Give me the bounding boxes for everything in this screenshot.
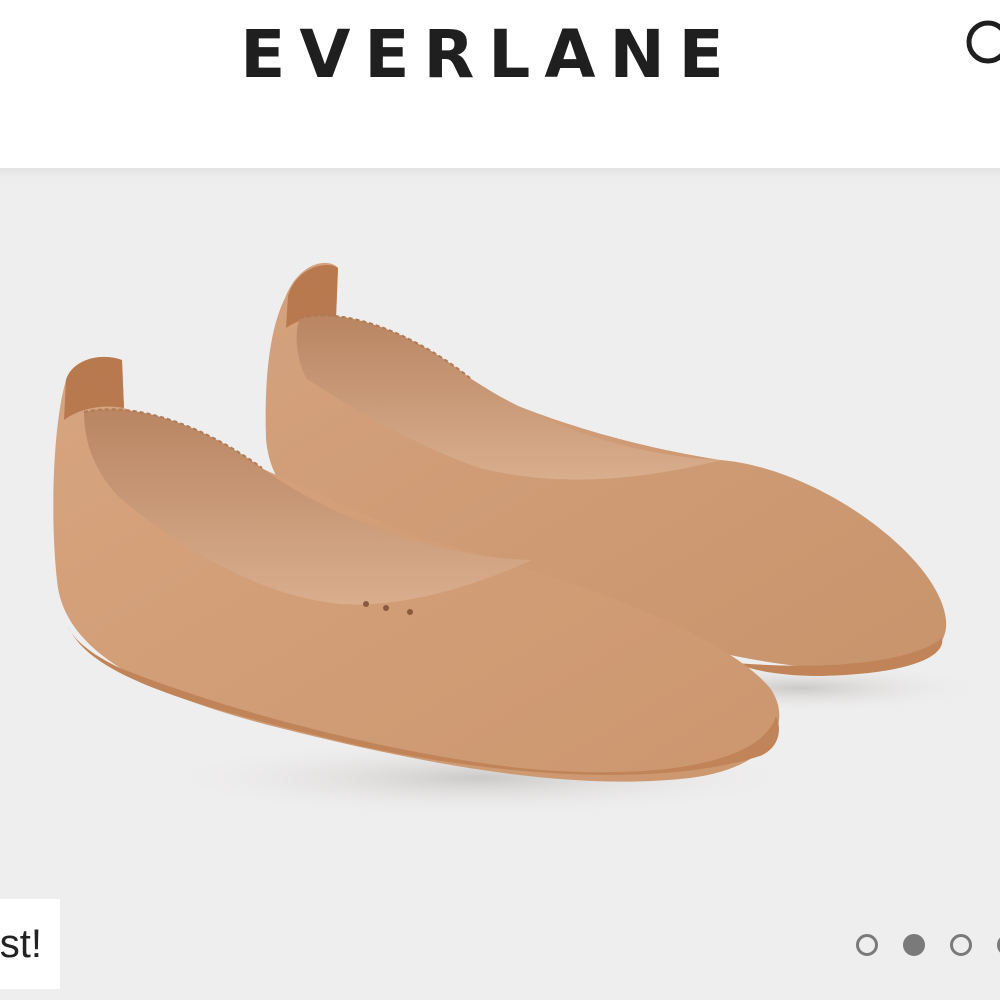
promo-badge-text: st! xyxy=(0,922,42,966)
search-button[interactable] xyxy=(958,14,1000,74)
site-header: EVERLANE xyxy=(0,0,1000,168)
carousel-dots xyxy=(852,934,1000,964)
carousel-dot-3[interactable] xyxy=(950,934,972,956)
everlane-logo[interactable]: EVERLANE xyxy=(0,18,978,92)
carousel-dot-2[interactable] xyxy=(903,934,925,956)
carousel-dot-1[interactable] xyxy=(856,934,878,956)
product-hero[interactable]: st! xyxy=(0,168,1000,1000)
product-photo-flats xyxy=(53,262,990,818)
search-icon xyxy=(966,20,1000,64)
promo-badge[interactable]: st! xyxy=(0,899,60,989)
